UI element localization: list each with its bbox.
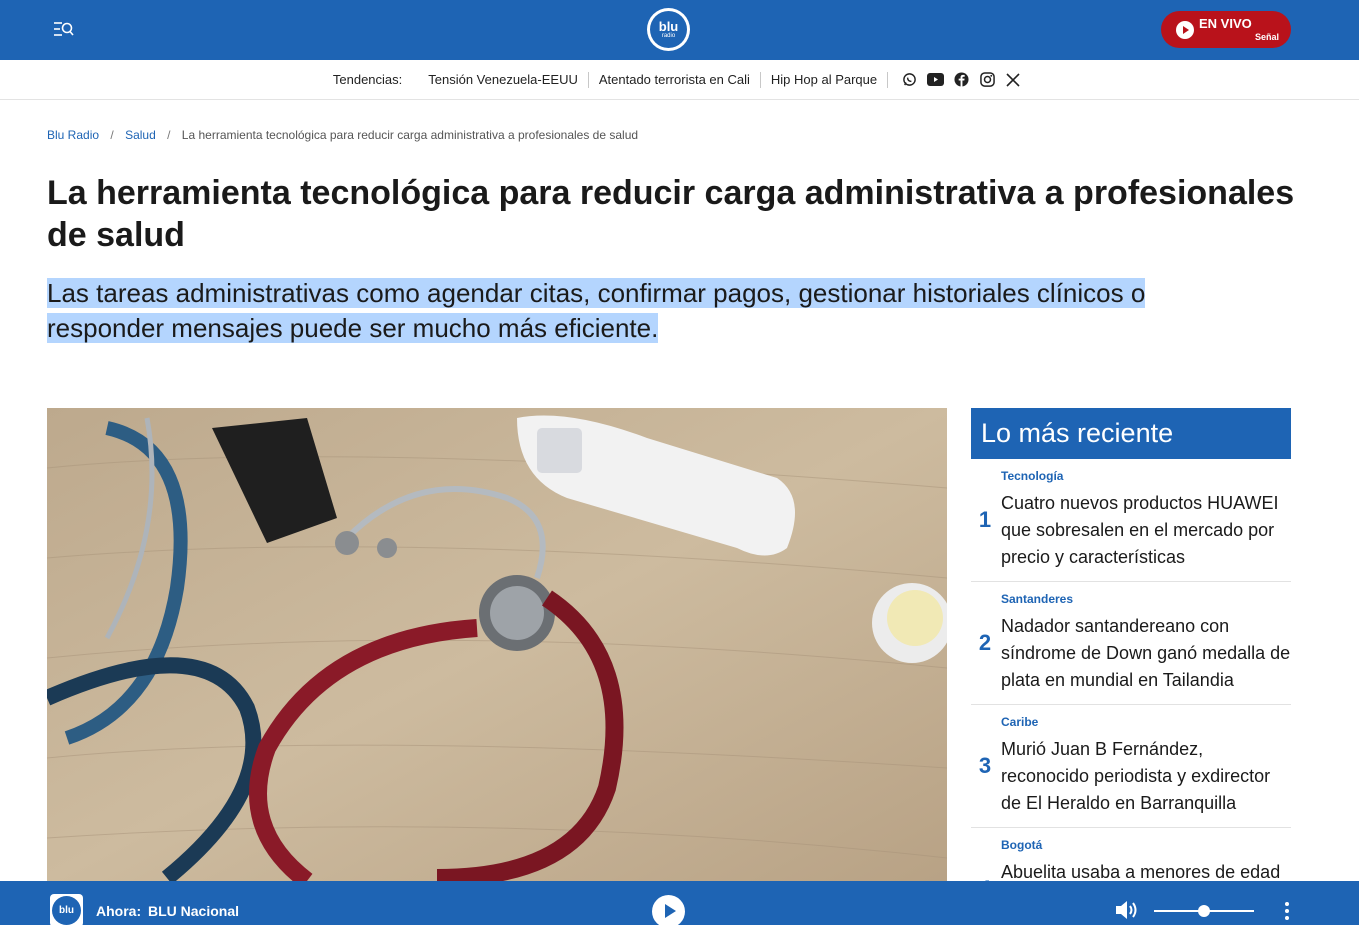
more-options-icon[interactable] — [1280, 901, 1294, 921]
facebook-icon[interactable] — [952, 71, 970, 89]
breadcrumb-current: La herramienta tecnológica para reducir … — [181, 128, 639, 142]
menu-search-icon[interactable] — [50, 18, 78, 42]
logo-sub: radio — [661, 33, 676, 39]
divider — [887, 71, 889, 88]
youtube-icon[interactable] — [926, 71, 944, 89]
player-logo-text: blu — [52, 896, 81, 925]
live-label: EN VIVO — [1199, 16, 1252, 31]
stethoscopes-on-table-photo — [47, 408, 947, 881]
live-sub: Señal — [1254, 32, 1279, 42]
breadcrumb-separator: / — [167, 128, 171, 142]
news-title[interactable]: Cuatro nuevos productos HUAWEI que sobre… — [1001, 490, 1291, 571]
news-title[interactable]: Nadador santandereano con síndrome de Do… — [1001, 613, 1291, 694]
news-category[interactable]: Caribe — [1001, 715, 1038, 729]
rank-number: 2 — [978, 630, 992, 655]
news-category[interactable]: Santanderes — [1001, 592, 1073, 606]
breadcrumb-separator: / — [110, 128, 114, 142]
breadcrumb: Blu Radio / Salud / La herramienta tecno… — [47, 128, 638, 142]
breadcrumb-home[interactable]: Blu Radio — [47, 128, 99, 142]
article-lead: Las tareas administrativas como agendar … — [47, 276, 1267, 346]
breadcrumb-section[interactable]: Salud — [125, 128, 156, 142]
trend-link-hiphop[interactable]: Hip Hop al Parque — [761, 72, 887, 87]
article-title: La herramienta tecnológica para reducir … — [47, 174, 1295, 254]
rank-number: 1 — [978, 507, 992, 532]
sidebar-heading: Lo más reciente — [971, 408, 1291, 459]
radio-player-bar: blu Ahora: BLU Nacional — [0, 881, 1359, 925]
site-logo[interactable]: blu radio — [647, 8, 690, 51]
trend-link-cali[interactable]: Atentado terrorista en Cali — [589, 72, 760, 87]
list-item[interactable]: 2 Santanderes Nadador santandereano con … — [971, 582, 1291, 705]
news-category[interactable]: Tecnología — [1001, 469, 1063, 483]
volume-icon[interactable] — [1114, 899, 1140, 921]
play-button[interactable] — [652, 895, 685, 925]
station-name: BLU Nacional — [148, 903, 240, 919]
player-logo: blu — [50, 894, 83, 925]
news-category[interactable]: Bogotá — [1001, 838, 1042, 852]
trends-label: Tendencias: — [332, 72, 403, 87]
live-button[interactable]: EN VIVO Señal — [1161, 11, 1291, 48]
latest-news-sidebar: Lo más reciente 1 Tecnología Cuatro nuev… — [971, 408, 1291, 925]
trend-link-venezuela[interactable]: Tensión Venezuela-EEUU — [418, 72, 588, 87]
article-lead-text: Las tareas administrativas como agendar … — [47, 278, 1146, 343]
rank-number: 3 — [978, 753, 992, 778]
list-item[interactable]: 3 Caribe Murió Juan B Fernández, reconoc… — [971, 705, 1291, 828]
x-icon[interactable] — [1004, 71, 1022, 89]
instagram-icon[interactable] — [978, 71, 996, 89]
volume-slider-handle[interactable] — [1198, 905, 1210, 917]
logo-text: blu — [658, 19, 679, 34]
top-header: blu radio EN VIVO Señal — [0, 0, 1359, 60]
whatsapp-icon[interactable] — [900, 71, 918, 89]
volume-slider[interactable] — [1154, 905, 1254, 917]
now-label: Ahora: — [96, 903, 142, 919]
social-links — [896, 71, 1026, 89]
trends-bar: Tendencias: Tensión Venezuela-EEUU Atent… — [0, 60, 1359, 100]
news-title[interactable]: Murió Juan B Fernández, reconocido perio… — [1001, 736, 1291, 817]
list-item[interactable]: 1 Tecnología Cuatro nuevos productos HUA… — [971, 459, 1291, 582]
play-icon — [1176, 21, 1194, 39]
